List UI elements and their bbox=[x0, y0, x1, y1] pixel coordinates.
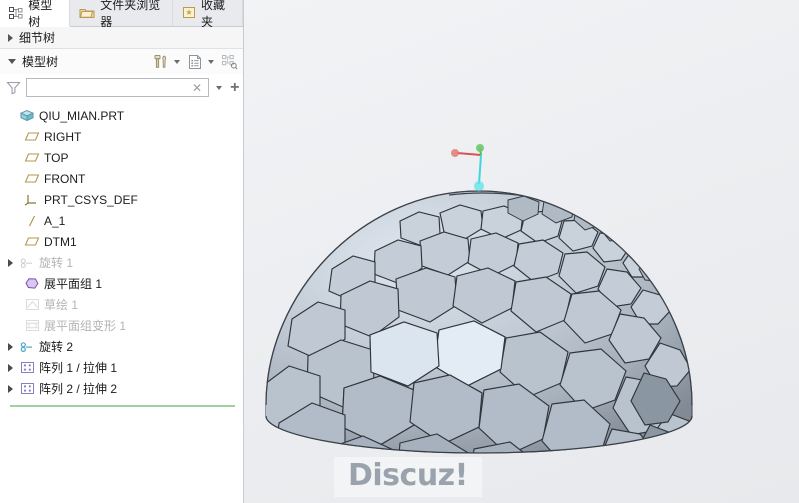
tree-item-label: 展平面组变形 1 bbox=[42, 317, 126, 334]
display-chevron-down-icon[interactable] bbox=[208, 60, 214, 64]
tree-item-label: 阵列 1 / 拉伸 1 bbox=[37, 359, 117, 376]
tree-item-label: 旋转 1 bbox=[37, 254, 73, 271]
flatten-quilt-icon bbox=[22, 277, 42, 290]
dome-model-render bbox=[244, 0, 799, 503]
tree-item-quilt-deform-1[interactable]: 展平面组变形 1 bbox=[0, 315, 243, 336]
tree-item-label: QIU_MIAN.PRT bbox=[37, 109, 124, 123]
tree-item-label: FRONT bbox=[42, 172, 85, 186]
sketch-icon bbox=[22, 298, 42, 311]
triad-z-handle[interactable] bbox=[474, 181, 484, 191]
triad-x-handle[interactable] bbox=[451, 149, 459, 157]
tree-item-label: RIGHT bbox=[42, 130, 81, 144]
expand-arrow-icon[interactable] bbox=[4, 364, 17, 372]
tree-item-label: A_1 bbox=[42, 214, 65, 228]
tree-item-label: PRT_CSYS_DEF bbox=[42, 193, 138, 207]
tree-item-datum-top[interactable]: TOP bbox=[0, 147, 243, 168]
tree-item-sketch-1[interactable]: 草绘 1 bbox=[0, 294, 243, 315]
quilt-deform-icon bbox=[22, 319, 42, 332]
datum-plane-icon bbox=[22, 131, 42, 142]
triad-y-handle[interactable] bbox=[476, 144, 484, 152]
favorites-icon bbox=[182, 5, 196, 20]
expand-arrow-icon[interactable] bbox=[4, 385, 17, 393]
tree-item-label: 草绘 1 bbox=[42, 296, 78, 313]
insert-here-marker[interactable] bbox=[10, 405, 235, 407]
expand-arrow-icon[interactable] bbox=[4, 343, 17, 351]
tree-item-pattern-2[interactable]: 阵列 2 / 拉伸 2 bbox=[0, 378, 243, 399]
triad-x-axis bbox=[457, 153, 481, 155]
tab-model-tree-label: 模型树 bbox=[28, 0, 60, 30]
model-tree-toolbar bbox=[151, 52, 239, 71]
navigator-panel: 模型树 文件夹浏览器 bbox=[0, 0, 244, 503]
tree-item-datum-front[interactable]: FRONT bbox=[0, 168, 243, 189]
tree-item-pattern-1[interactable]: 阵列 1 / 拉伸 1 bbox=[0, 357, 243, 378]
tools-icon[interactable] bbox=[151, 52, 171, 71]
csys-icon bbox=[22, 194, 42, 206]
model-tree-list[interactable]: QIU_MIAN.PRT RIGHT TOP bbox=[0, 101, 243, 503]
datum-plane-icon bbox=[22, 152, 42, 163]
tree-item-axis[interactable]: A_1 bbox=[0, 210, 243, 231]
discuz-watermark: Discuz! bbox=[334, 457, 482, 497]
tree-filter-box[interactable]: ✕ bbox=[26, 78, 209, 97]
funnel-icon[interactable] bbox=[6, 80, 21, 96]
section-detail-tree[interactable]: 细节树 bbox=[0, 27, 243, 49]
section-detail-tree-label: 细节树 bbox=[19, 29, 55, 46]
tree-item-label: 阵列 2 / 拉伸 2 bbox=[37, 380, 117, 397]
revolve-icon bbox=[17, 341, 37, 353]
tab-favorites[interactable]: 收藏夹 bbox=[173, 0, 243, 26]
section-model-tree-label: 模型树 bbox=[22, 53, 58, 70]
tree-item-revolve-2[interactable]: 旋转 2 bbox=[0, 336, 243, 357]
tools-chevron-down-icon[interactable] bbox=[174, 60, 180, 64]
expand-arrow-icon[interactable] bbox=[4, 259, 17, 267]
tree-item-flatten-quilt-1[interactable]: 展平面组 1 bbox=[0, 273, 243, 294]
pattern-icon bbox=[17, 382, 37, 395]
chevron-right-icon bbox=[8, 34, 13, 42]
tree-item-label: DTM1 bbox=[42, 235, 77, 249]
navigator-tabbar: 模型树 文件夹浏览器 bbox=[0, 0, 243, 27]
tree-item-csys[interactable]: PRT_CSYS_DEF bbox=[0, 189, 243, 210]
model-tree-icon bbox=[9, 6, 23, 21]
tree-filter-input[interactable] bbox=[31, 78, 190, 97]
tree-item-datum-right[interactable]: RIGHT bbox=[0, 126, 243, 147]
application-window: 模型树 文件夹浏览器 bbox=[0, 0, 799, 503]
graphics-viewport[interactable]: Discuz! bbox=[244, 0, 799, 503]
folder-browser-icon bbox=[79, 5, 95, 20]
tree-item-label: TOP bbox=[42, 151, 68, 165]
tree-item-label: 旋转 2 bbox=[37, 338, 73, 355]
tree-item-part[interactable]: QIU_MIAN.PRT bbox=[0, 105, 243, 126]
tree-item-datum-dtm1[interactable]: DTM1 bbox=[0, 231, 243, 252]
tab-folder-browser-label: 文件夹浏览器 bbox=[100, 0, 163, 30]
triad-z-axis bbox=[479, 155, 481, 184]
tab-model-tree[interactable]: 模型树 bbox=[0, 0, 70, 27]
close-icon[interactable]: ✕ bbox=[190, 82, 204, 94]
chevron-down-icon bbox=[8, 59, 16, 64]
tree-item-revolve-1[interactable]: 旋转 1 bbox=[0, 252, 243, 273]
datum-plane-icon bbox=[22, 173, 42, 184]
display-list-icon[interactable] bbox=[185, 52, 205, 71]
tab-folder-browser[interactable]: 文件夹浏览器 bbox=[70, 0, 173, 26]
plus-icon[interactable]: + bbox=[229, 80, 240, 96]
coordinate-triad bbox=[451, 144, 484, 191]
tree-item-label: 展平面组 1 bbox=[42, 275, 102, 292]
revolve-icon bbox=[17, 257, 37, 269]
datum-plane-icon bbox=[22, 236, 42, 247]
tree-filter-row: ✕ + bbox=[0, 74, 243, 101]
axis-icon bbox=[22, 215, 42, 227]
filter-chevron-down-icon[interactable] bbox=[216, 86, 222, 90]
tab-favorites-label: 收藏夹 bbox=[201, 0, 233, 30]
part-icon bbox=[17, 109, 37, 122]
pattern-icon bbox=[17, 361, 37, 374]
section-model-tree-header[interactable]: 模型树 bbox=[0, 49, 243, 74]
layer-tree-icon[interactable] bbox=[219, 52, 239, 71]
